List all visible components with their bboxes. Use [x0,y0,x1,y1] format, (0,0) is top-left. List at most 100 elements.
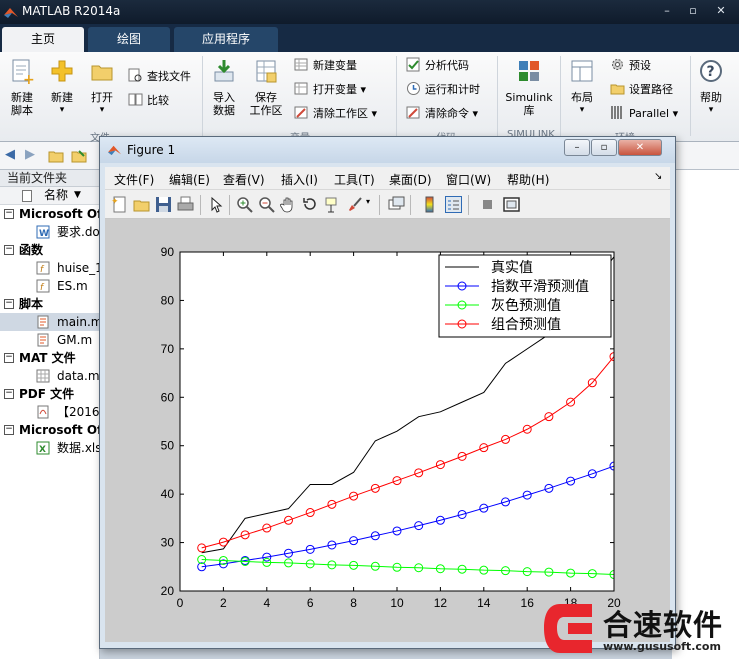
sort-down-icon[interactable]: ▼ [74,187,81,204]
collapse-toggle-icon[interactable]: − [4,209,14,219]
file-group-header[interactable]: − 脚本 [0,295,99,313]
menu-help[interactable]: 帮助(H) [507,171,549,188]
file-group-header[interactable]: − MAT 文件 [0,349,99,367]
set-path-button[interactable]: 设置路径 [610,81,673,99]
zoom-out-icon[interactable] [258,196,275,213]
import-data-button[interactable]: 导入 数据 [206,58,242,117]
preferences-button[interactable]: 预设 [610,57,651,75]
pan-hand-icon[interactable] [280,196,297,213]
layout-button[interactable]: 布局 ▾ [565,58,599,117]
command-window-area[interactable] [672,170,739,659]
y-tick-label: 70 [161,342,175,356]
tab-home[interactable]: 主页 [2,27,84,52]
file-group-header[interactable]: − PDF 文件 [0,385,99,403]
file-list-item[interactable]: 【2016 [0,403,99,421]
menu-window[interactable]: 窗口(W) [446,171,491,188]
hide-plot-tools-icon[interactable] [479,196,496,213]
show-plot-tools-icon[interactable] [503,196,520,213]
simulink-icon [519,61,539,81]
colorbar-icon[interactable] [421,196,438,213]
menu-view[interactable]: 查看(V) [223,171,265,188]
figure-window[interactable]: Figure 1 – ▫ ✕ 文件(F) 编辑(E) 查看(V) 插入(I) 工… [99,136,676,649]
forward-arrow-icon[interactable]: ▶ [25,147,35,162]
file-group-header[interactable]: − 函数 [0,241,99,259]
rotate-3d-icon[interactable] [302,196,319,213]
save-workspace-button[interactable]: 保存 工作区 [246,58,286,117]
file-group-label: 脚本 [19,297,44,311]
file-list-item[interactable]: X 数据.xls [0,439,99,457]
find-files-button[interactable]: 查找文件 [128,68,191,86]
legend-label: 灰色预测值 [491,297,561,314]
edit-plot-arrow-icon[interactable] [207,196,224,213]
figure-title-bar[interactable]: Figure 1 – ▫ ✕ [100,137,675,163]
print-icon[interactable] [177,196,194,213]
data-cursor-icon[interactable] [324,196,341,213]
file-list-item[interactable]: GM.m [0,331,99,349]
collapse-toggle-icon[interactable]: − [4,353,14,363]
parallel-button[interactable]: Parallel ▾ [610,105,678,123]
simulink-label: Simulink 库 [505,91,553,117]
column-name-header[interactable]: 名称 [44,187,68,204]
collapse-toggle-icon[interactable]: − [4,389,14,399]
open-file-icon[interactable] [133,196,150,213]
file-list-item[interactable]: W 要求.do [0,223,99,241]
menu-desktop[interactable]: 桌面(D) [389,171,432,188]
legend-icon[interactable] [445,196,462,213]
clear-commands-button[interactable]: 清除命令 ▾ [406,105,478,123]
zoom-in-icon[interactable] [236,196,253,213]
menu-tools[interactable]: 工具(T) [334,171,375,188]
tab-plots[interactable]: 绘图 [88,27,170,52]
simulink-library-button[interactable]: Simulink 库 [503,58,555,117]
figure-close-button[interactable]: ✕ [618,139,662,156]
line-chart[interactable]: 0 2 4 6 8 10 12 14 16 18 202030405060708090真实值指数平滑… [105,219,670,642]
svg-text:?: ? [707,64,715,80]
figure-maximize-button[interactable]: ▫ [591,139,617,156]
link-plot-icon[interactable] [388,196,405,213]
help-label: 帮助 [700,91,722,104]
browse-folder-icon[interactable] [71,149,87,163]
new-variable-button[interactable]: 新建变量 [294,57,357,75]
back-arrow-icon[interactable]: ◀ [5,147,15,162]
collapse-toggle-icon[interactable]: − [4,299,14,309]
open-variable-button[interactable]: 打开变量 ▾ [294,81,366,99]
open-button[interactable]: 打开 ▾ [84,58,120,117]
run-and-time-button[interactable]: 运行和计时 [406,81,480,99]
collapse-toggle-icon[interactable]: − [4,245,14,255]
figure-minimize-button[interactable]: – [564,139,590,156]
file-list-item[interactable]: data.m [0,367,99,385]
file-list-item[interactable]: main.m [0,313,99,331]
brush-dropdown-icon[interactable]: ▾ [366,197,370,206]
x-tick-label: 8 [350,596,357,610]
file-group-header[interactable]: − Microsoft Of [0,205,99,223]
new-script-button[interactable]: + 新建 脚本 [4,58,40,117]
menu-file[interactable]: 文件(F) [114,171,154,188]
clear-workspace-button[interactable]: 清除工作区 ▾ [294,105,377,123]
plot-area[interactable]: 0 2 4 6 8 10 12 14 16 18 20 20 30 40 50 60 70 80 90 真实值 指数平滑… [105,219,670,642]
help-button[interactable]: ? 帮助 ▾ [695,58,727,117]
file-list-item[interactable]: f huise_1 [0,259,99,277]
compare-button[interactable]: 比较 [128,92,169,110]
file-list-item[interactable]: f ES.m [0,277,99,295]
up-folder-icon[interactable] [48,149,64,163]
collapse-toggle-icon[interactable]: − [4,425,14,435]
brush-icon[interactable] [346,196,363,213]
maximize-button[interactable]: ▫ [681,3,705,20]
file-name: huise_1 [57,261,99,275]
file-group-header[interactable]: − Microsoft Of [0,421,99,439]
file-name: main.m [57,315,99,329]
new-figure-icon[interactable]: ✦ [111,196,128,213]
close-button[interactable]: ✕ [707,3,735,20]
find-files-label: 查找文件 [147,70,191,83]
menu-insert[interactable]: 插入(I) [281,171,318,188]
file-list: − Microsoft Of W 要求.do − 函数 f huise_1 f ES.m − 脚本 ma… [0,205,99,457]
save-icon[interactable] [155,196,172,213]
new-button[interactable]: 新建 ▾ [44,58,80,117]
minimize-button[interactable]: – [655,3,679,20]
tab-apps[interactable]: 应用程序 [174,27,278,52]
analyze-code-button[interactable]: 分析代码 [406,57,469,75]
menu-dock-arrow-icon[interactable]: ↘ [654,171,662,182]
figure-toolbar: ✦ ▾ [105,189,670,219]
new-script-label: 新建 脚本 [11,91,33,117]
set-path-icon [610,84,625,95]
menu-edit[interactable]: 编辑(E) [169,171,210,188]
